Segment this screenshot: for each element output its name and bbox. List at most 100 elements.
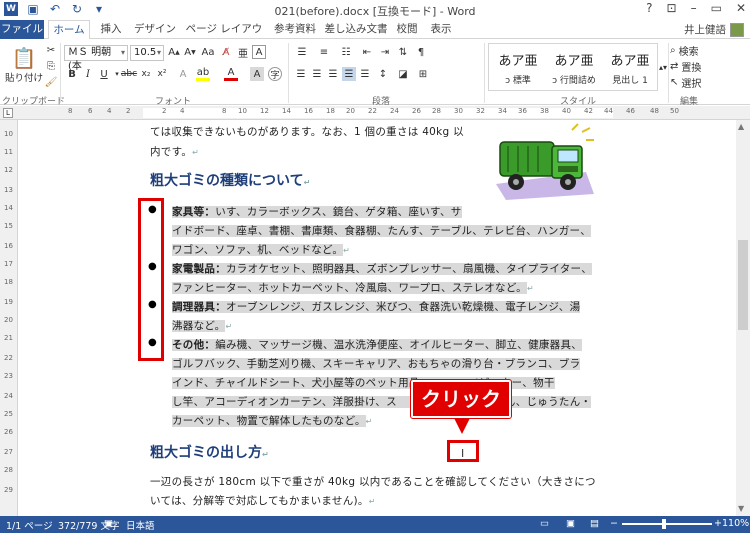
borders-icon[interactable]: ⊞ (416, 67, 430, 81)
ribbon-display-icon[interactable]: ⊡ (667, 1, 677, 15)
clear-format-icon[interactable]: A̸ (219, 45, 233, 59)
doc-text-line[interactable]: 内です。↵ (150, 144, 199, 159)
list-item-line[interactable]: イドボード、座卓、書棚、書庫類、食器棚、たんす、テーブル、テレビ台、ハンガー、 (172, 223, 591, 238)
zoom-slider[interactable] (622, 523, 712, 525)
zoom-out-button[interactable]: − (610, 518, 618, 529)
increase-indent-icon[interactable]: ⇥ (378, 45, 392, 59)
list-item-line[interactable]: カーペット、物置で解体したものなど。↵ (172, 413, 373, 428)
horizontal-ruler[interactable]: L 8 6 4 2 2 4 8 10 12 14 16 18 20 22 24 … (0, 106, 750, 120)
tab-review[interactable]: 校閲 (392, 20, 422, 39)
char-shading-icon[interactable]: A (250, 67, 264, 81)
grow-font-icon[interactable]: A ▲ (167, 45, 181, 59)
show-marks-icon[interactable]: ¶ (414, 45, 428, 59)
cut-icon[interactable]: ✂ (44, 43, 58, 57)
phonetic-guide-icon[interactable]: 亜 (236, 45, 250, 60)
list-item-line[interactable]: ゴルフバック、手動芝刈り機、スキーキャリア、おもちゃの滑り台・ブランコ、ブラ (172, 356, 581, 371)
tab-references[interactable]: 参考資料 (270, 20, 320, 39)
minimize-button[interactable]: – (691, 1, 697, 15)
style-no-spacing[interactable]: あア亜 ↄ 行間詰め (547, 46, 601, 88)
doc-text-line[interactable]: ては収集できないものがあります。なお、1 個の重さは 40kg 以 (150, 124, 464, 139)
close-button[interactable]: ✕ (736, 1, 746, 15)
replace-button[interactable]: ⇄ 置換 (670, 59, 701, 74)
font-size-select[interactable]: 10.5 (130, 45, 164, 61)
text-effects-icon[interactable]: A (176, 67, 190, 81)
styles-scroll-icon[interactable]: ▴▾ (658, 43, 668, 91)
style-normal[interactable]: あア亜 ↄ 標準 (491, 46, 545, 88)
list-item-line[interactable]: 沸器など。↵ (172, 318, 233, 333)
tab-file[interactable]: ファイル (0, 20, 44, 39)
font-name-select[interactable]: ＭＳ 明朝 (本 (64, 45, 128, 72)
tab-design[interactable]: デザイン (132, 20, 178, 39)
zoom-slider-thumb[interactable] (662, 519, 666, 529)
zoom-in-button[interactable]: + (714, 518, 722, 529)
doc-text-line[interactable]: いては、分解等で対応してもかまいません)。↵ (150, 493, 376, 508)
shading-icon[interactable]: ◪ (396, 67, 410, 81)
tab-insert[interactable]: 挿入 (94, 20, 128, 39)
style-heading-1[interactable]: あア亜 見出し 1 (603, 46, 657, 88)
scroll-up-icon[interactable]: ▲ (738, 122, 744, 131)
bold-icon[interactable]: B (66, 67, 78, 81)
sort-icon[interactable]: ⇅ (396, 45, 410, 59)
list-item-line[interactable]: その他：編み機、マッサージ機、温水洗浄便座、オイルヒーター、脚立、健康器具、 (172, 337, 583, 352)
doc-text-line[interactable]: 一辺の長さが 180cm 以下で重さが 40kg 以内であることを確認してくださ… (150, 474, 596, 489)
copy-icon[interactable]: ⎘ (44, 59, 58, 73)
shrink-font-icon[interactable]: A ▼ (183, 45, 197, 59)
read-mode-icon[interactable]: ▭ (540, 518, 549, 529)
list-item-line[interactable]: し竿、アコーディオンカーテン、洋服掛け、ス ん、じゅうたん・ (172, 394, 592, 409)
align-left-icon[interactable]: ☰ (294, 67, 308, 81)
list-item-line[interactable]: 調理器具：オーブンレンジ、ガスレンジ、米びつ、食器洗い乾燥機、電子レンジ、湯 (172, 299, 581, 314)
char-border-icon[interactable]: A (252, 45, 266, 59)
highlight-icon[interactable]: ab (196, 67, 210, 81)
restore-button[interactable]: ▭ (711, 1, 722, 15)
print-layout-icon[interactable]: ▣ (566, 518, 575, 529)
scroll-thumb[interactable] (738, 240, 748, 330)
proofing-icon[interactable]: ▣ (104, 518, 113, 529)
strikethrough-icon[interactable]: abc (121, 67, 137, 81)
tab-home[interactable]: ホーム (48, 20, 90, 40)
list-item-line[interactable]: ワゴン、ソファ、机、ベッドなど。↵ (172, 242, 350, 257)
enclose-char-icon[interactable]: 字 (268, 67, 282, 81)
clipboard-icon: 📋 (11, 46, 37, 70)
distributed-icon[interactable]: ☰ (358, 67, 372, 81)
vertical-scrollbar[interactable]: ▲ ▼ (736, 120, 750, 516)
list-item-line[interactable]: 家電製品：カラオケセット、照明器具、ズボンプレッサー、扇風機、タイプライター、 (172, 261, 593, 276)
user-account[interactable]: 井上健語 (684, 22, 744, 37)
superscript-icon[interactable]: x² (156, 67, 168, 81)
underline-icon[interactable]: U (98, 67, 110, 81)
align-center-icon[interactable]: ☰ (310, 67, 324, 81)
divider (668, 43, 669, 103)
tab-selector[interactable]: L (3, 108, 13, 118)
font-color-icon[interactable]: A (224, 67, 238, 81)
list-item-line[interactable]: ファンヒーター、ホットカーペット、冷風扇、ワープロ、ステレオなど。↵ (172, 280, 534, 295)
section-heading[interactable]: 粗大ゴミの出し方↵ (150, 442, 269, 462)
tab-page-layout[interactable]: ページ レイアウト (182, 20, 266, 53)
section-heading[interactable]: 粗大ゴミの種類について↵ (150, 170, 310, 190)
multilevel-list-icon[interactable]: ☷ (338, 45, 354, 59)
scroll-down-icon[interactable]: ▼ (738, 504, 744, 513)
list-item-line[interactable]: 家具等：いす、カラーボックス、鏡台、ゲタ箱、座いす、サ (172, 204, 462, 219)
italic-icon[interactable]: I (82, 67, 94, 81)
find-button[interactable]: ⌕ 検索 (670, 43, 699, 58)
ruler-tick: 30 (454, 107, 463, 115)
vertical-ruler[interactable]: 10 11 12 13 14 15 16 17 18 19 20 21 22 2… (0, 120, 18, 516)
paste-button[interactable]: 📋 貼り付け (4, 41, 44, 89)
decrease-indent-icon[interactable]: ⇤ (360, 45, 374, 59)
subscript-icon[interactable]: x₂ (140, 67, 152, 81)
page-count[interactable]: 1/1 ページ (6, 518, 53, 532)
justify-icon[interactable]: ☰ (342, 67, 356, 81)
numbering-icon[interactable]: ≡ (316, 45, 332, 59)
help-button[interactable]: ? (646, 1, 652, 15)
line-spacing-icon[interactable]: ↕ (376, 67, 390, 81)
zoom-level[interactable]: 110% (722, 518, 749, 529)
language[interactable]: 日本語 (126, 518, 155, 532)
underline-dropdown-icon[interactable]: ▾ (114, 67, 120, 81)
garbage-truck-image[interactable] (486, 122, 598, 202)
web-layout-icon[interactable]: ▤ (590, 518, 599, 529)
bullets-icon[interactable]: ☰ (294, 45, 310, 59)
tab-view[interactable]: 表示 (426, 20, 456, 39)
align-right-icon[interactable]: ☰ (326, 67, 340, 81)
change-case-icon[interactable]: Aa (201, 45, 215, 59)
select-button[interactable]: ↖ 選択 (670, 75, 701, 90)
format-painter-icon[interactable]: 🖌 (44, 75, 58, 89)
tab-mailings[interactable]: 差し込み文書 (324, 20, 388, 39)
